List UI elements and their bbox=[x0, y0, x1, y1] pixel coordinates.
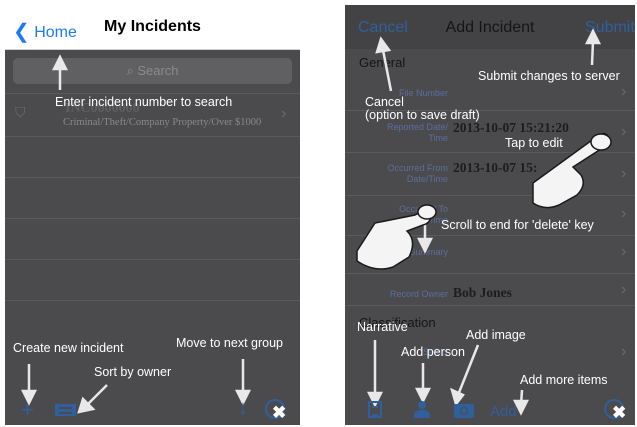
create-annotation: Create new incident bbox=[13, 341, 124, 355]
close-icon[interactable]: ✖ bbox=[612, 403, 626, 423]
camera-icon bbox=[460, 407, 468, 415]
add-incident-button[interactable]: + bbox=[21, 397, 34, 423]
narrative-button[interactable] bbox=[368, 401, 382, 418]
next-group-annotation: Move to next group bbox=[176, 336, 284, 350]
plus-icon: + bbox=[21, 397, 34, 422]
sort-by-owner-button[interactable] bbox=[55, 404, 76, 416]
search-annotation: Enter incident number to search bbox=[55, 95, 233, 109]
close-icon[interactable]: ✖ bbox=[272, 403, 286, 423]
add-incident-screen: Cancel Add Incident Submit General File … bbox=[345, 5, 635, 425]
person-icon bbox=[418, 401, 426, 409]
add-person-button[interactable] bbox=[414, 401, 430, 419]
my-incidents-screen: ❮ Home My Incidents ⌕ Search ⛉ INC000000… bbox=[5, 5, 300, 425]
add-more-annotation: Add more items bbox=[520, 373, 608, 387]
tap-annotation: Tap to edit bbox=[505, 136, 563, 150]
next-group-button[interactable]: ↓ bbox=[238, 397, 248, 420]
sort-annotation: Sort by owner bbox=[94, 365, 172, 379]
narrative-annotation: Narrative bbox=[357, 320, 408, 334]
annotation-arrows bbox=[20, 54, 252, 414]
cancel-annotation-line1: Cancel bbox=[365, 95, 404, 109]
submit-annotation: Submit changes to server bbox=[478, 69, 620, 83]
scroll-annotation: Scroll to end for 'delete' key bbox=[441, 218, 594, 232]
add-image-button[interactable] bbox=[454, 404, 474, 418]
cancel-annotation-line2: (option to save draft) bbox=[365, 108, 480, 122]
arrow-down-icon: ↓ bbox=[238, 397, 248, 419]
add-more-button[interactable]: Add bbox=[490, 403, 517, 420]
person-icon-body bbox=[414, 410, 430, 418]
add-image-annotation: Add image bbox=[466, 328, 526, 342]
owner-grid-icon bbox=[59, 407, 72, 414]
annotation-arrows bbox=[356, 28, 612, 416]
add-person-annotation: Add person bbox=[401, 345, 465, 359]
document-icon bbox=[372, 406, 378, 416]
